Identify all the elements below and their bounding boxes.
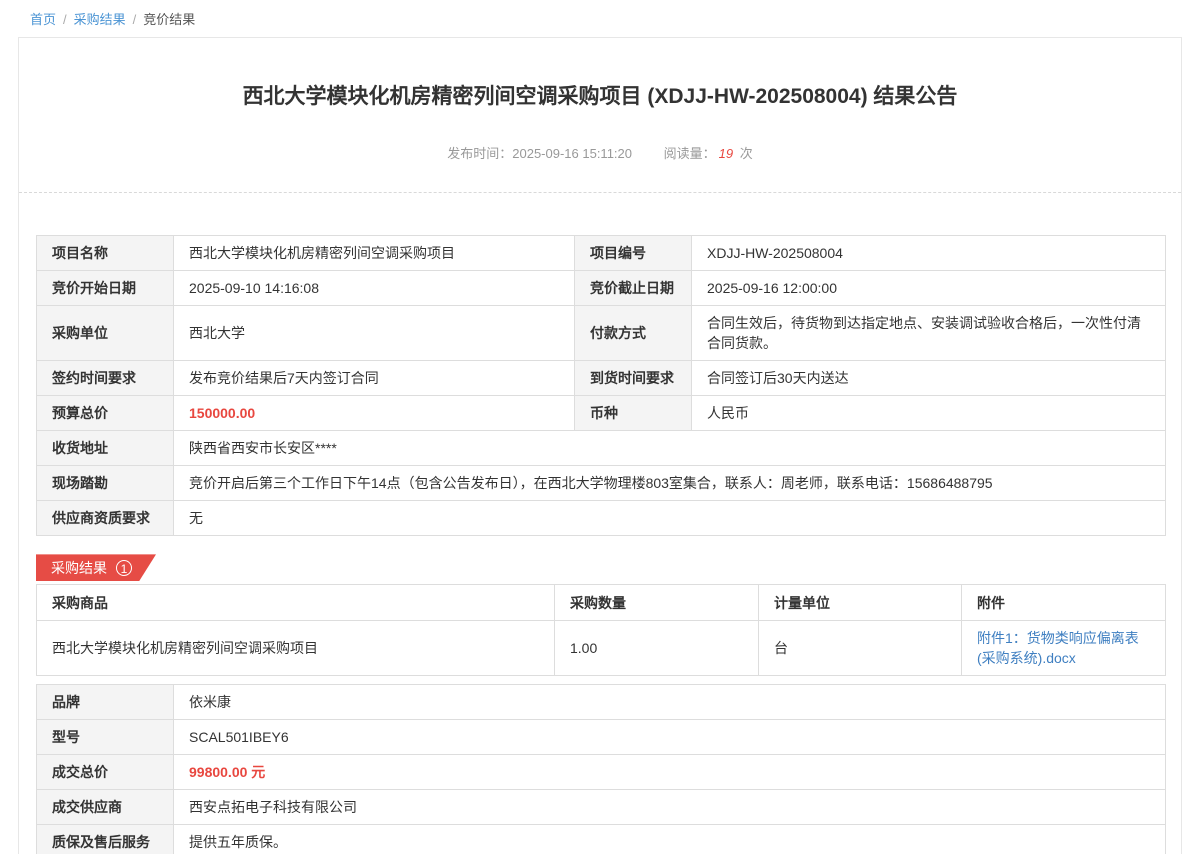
items-header-cell: 采购商品 — [37, 585, 555, 621]
items-header-cell: 附件 — [962, 585, 1166, 621]
table-value-cell: 合同生效后，待货物到达指定地点、安装调试验收合格后，一次性付清合同货款。 — [692, 306, 1166, 361]
item-attachment-cell: 附件1：货物类响应偏离表(采购系统).docx — [962, 621, 1166, 676]
info-row: 签约时间要求发布竞价结果后7天内签订合同到货时间要求合同签订后30天内送达 — [37, 361, 1166, 396]
items-row: 西北大学模块化机房精密列间空调采购项目1.00台附件1：货物类响应偏离表(采购系… — [37, 621, 1166, 676]
detail-row: 型号SCAL501IBEY6 — [37, 720, 1166, 755]
publish-time: 发布时间：2025-09-16 15:11:20 — [447, 146, 632, 161]
table-label-cell: 付款方式 — [575, 306, 692, 361]
table-label-cell: 品牌 — [37, 685, 174, 720]
item-quantity-cell: 1.00 — [555, 621, 759, 676]
table-value-cell: SCAL501IBEY6 — [174, 720, 1166, 755]
project-info-table: 项目名称西北大学模块化机房精密列间空调采购项目项目编号XDJJ-HW-20250… — [36, 235, 1166, 536]
announcement-card: 西北大学模块化机房精密列间空调采购项目 (XDJJ-HW-202508004) … — [18, 37, 1182, 854]
table-value-cell: 99800.00 元 — [174, 755, 1166, 790]
table-label-cell: 竞价截止日期 — [575, 271, 692, 306]
table-value-cell: XDJJ-HW-202508004 — [692, 236, 1166, 271]
info-row-full: 现场踏勘竞价开启后第三个工作日下午14点（包含公告发布日），在西北大学物理楼80… — [37, 466, 1166, 501]
table-label-cell: 预算总价 — [37, 396, 174, 431]
table-value-cell: 西北大学 — [174, 306, 575, 361]
table-label-cell: 现场踏勘 — [37, 466, 174, 501]
table-label-cell: 币种 — [575, 396, 692, 431]
detail-row: 品牌依米康 — [37, 685, 1166, 720]
table-value-cell: 人民币 — [692, 396, 1166, 431]
article-meta: 发布时间：2025-09-16 15:11:20 阅读量：19 次 — [19, 143, 1181, 162]
detail-row: 质保及售后服务提供五年质保。 — [37, 825, 1166, 854]
divider — [19, 192, 1181, 193]
detail-row: 成交供应商西安点拓电子科技有限公司 — [37, 790, 1166, 825]
table-label-cell: 竞价开始日期 — [37, 271, 174, 306]
table-value-cell: 陕西省西安市长安区**** — [174, 431, 1166, 466]
table-value-cell: 竞价开启后第三个工作日下午14点（包含公告发布日），在西北大学物理楼803室集合… — [174, 466, 1166, 501]
info-row: 项目名称西北大学模块化机房精密列间空调采购项目项目编号XDJJ-HW-20250… — [37, 236, 1166, 271]
result-badge-label: 采购结果 — [51, 558, 107, 578]
content: 项目名称西北大学模块化机房精密列间空调采购项目项目编号XDJJ-HW-20250… — [19, 235, 1181, 854]
info-row: 预算总价150000.00币种人民币 — [37, 396, 1166, 431]
breadcrumb-separator: / — [63, 12, 67, 27]
info-row-full: 供应商资质要求无 — [37, 501, 1166, 536]
table-value-cell: 150000.00 — [174, 396, 575, 431]
purchase-items-table: 采购商品采购数量计量单位附件 西北大学模块化机房精密列间空调采购项目1.00台附… — [36, 584, 1166, 676]
views-count: 19 — [719, 146, 733, 161]
table-value-cell: 无 — [174, 501, 1166, 536]
table-label-cell: 质保及售后服务 — [37, 825, 174, 854]
table-value-cell: 西安点拓电子科技有限公司 — [174, 790, 1166, 825]
table-label-cell: 项目编号 — [575, 236, 692, 271]
info-row: 采购单位西北大学付款方式合同生效后，待货物到达指定地点、安装调试验收合格后，一次… — [37, 306, 1166, 361]
item-product-cell: 西北大学模块化机房精密列间空调采购项目 — [37, 621, 555, 676]
breadcrumb-current: 竞价结果 — [143, 12, 195, 27]
table-label-cell: 成交总价 — [37, 755, 174, 790]
item-unit-cell: 台 — [759, 621, 962, 676]
items-header-cell: 采购数量 — [555, 585, 759, 621]
views: 阅读量：19 次 — [664, 146, 753, 161]
table-label-cell: 供应商资质要求 — [37, 501, 174, 536]
result-section-badge: 采购结果 1 — [36, 554, 156, 581]
detail-row: 成交总价99800.00 元 — [37, 755, 1166, 790]
page: 首页 / 采购结果 / 竞价结果 西北大学模块化机房精密列间空调采购项目 (XDJJ-H… — [0, 0, 1200, 854]
table-value-cell: 合同签订后30天内送达 — [692, 361, 1166, 396]
breadcrumb-home-link[interactable]: 首页 — [30, 12, 56, 27]
breadcrumb: 首页 / 采购结果 / 竞价结果 — [0, 0, 1200, 37]
items-header-cell: 计量单位 — [759, 585, 962, 621]
table-label-cell: 签约时间要求 — [37, 361, 174, 396]
table-label-cell: 型号 — [37, 720, 174, 755]
table-value-cell: 依米康 — [174, 685, 1166, 720]
info-row: 竞价开始日期2025-09-10 14:16:08竞价截止日期2025-09-1… — [37, 271, 1166, 306]
attachment-link[interactable]: 附件1：货物类响应偏离表(采购系统).docx — [977, 630, 1139, 666]
table-value-cell: 2025-09-10 14:16:08 — [174, 271, 575, 306]
table-value-cell: 发布竞价结果后7天内签订合同 — [174, 361, 575, 396]
result-count-badge: 1 — [116, 560, 132, 576]
table-value-cell: 提供五年质保。 — [174, 825, 1166, 854]
info-row-full: 收货地址陕西省西安市长安区**** — [37, 431, 1166, 466]
table-label-cell: 收货地址 — [37, 431, 174, 466]
table-label-cell: 采购单位 — [37, 306, 174, 361]
breadcrumb-separator: / — [133, 12, 137, 27]
table-value-cell: 2025-09-16 12:00:00 — [692, 271, 1166, 306]
table-label-cell: 成交供应商 — [37, 790, 174, 825]
table-label-cell: 项目名称 — [37, 236, 174, 271]
table-value-cell: 西北大学模块化机房精密列间空调采购项目 — [174, 236, 575, 271]
page-title: 西北大学模块化机房精密列间空调采购项目 (XDJJ-HW-202508004) … — [79, 82, 1121, 111]
breadcrumb-results-link[interactable]: 采购结果 — [74, 12, 126, 27]
result-detail-table: 品牌依米康型号SCAL501IBEY6成交总价99800.00 元成交供应商西安… — [36, 684, 1166, 854]
table-label-cell: 到货时间要求 — [575, 361, 692, 396]
